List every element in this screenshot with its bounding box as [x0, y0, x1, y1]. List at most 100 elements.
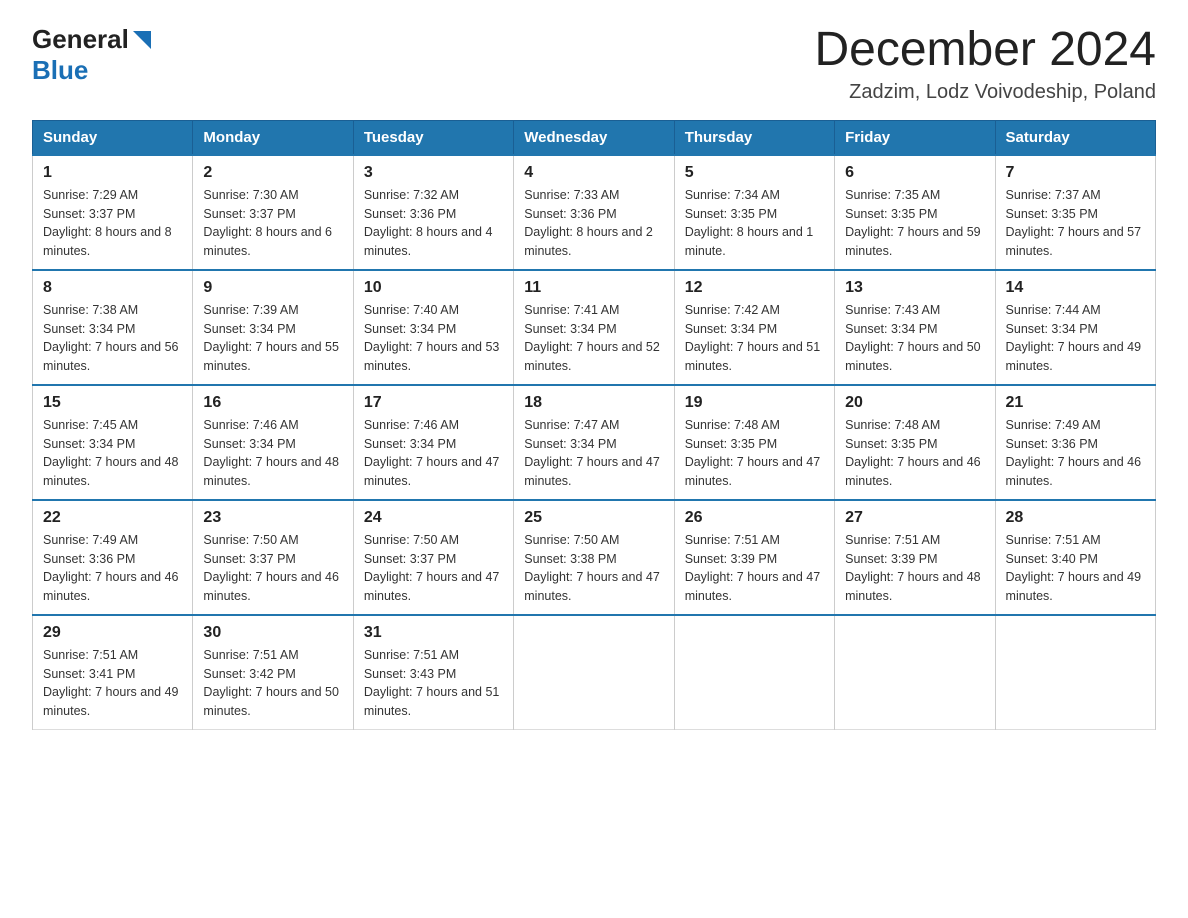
day-number: 31 [364, 624, 503, 642]
day-number: 1 [43, 164, 182, 182]
day-number: 16 [203, 394, 342, 412]
day-cell: 23 Sunrise: 7:50 AMSunset: 3:37 PMDayligh… [193, 500, 353, 615]
header-cell-tuesday: Tuesday [353, 120, 513, 155]
day-info: Sunrise: 7:37 AMSunset: 3:35 PMDaylight:… [1006, 186, 1145, 261]
day-number: 28 [1006, 509, 1145, 527]
day-cell: 3Sunrise: 7:32 AMSunset: 3:36 PMDaylight… [353, 155, 513, 270]
day-number: 29 [43, 624, 182, 642]
day-info: Sunrise: 7:49 AMSunset: 3:36 PMDaylight:… [43, 531, 182, 606]
day-cell: 27 Sunrise: 7:51 AMSunset: 3:39 PMDayligh… [835, 500, 995, 615]
day-cell: 29Sunrise: 7:51 AMSunset: 3:41 PMDayligh… [33, 615, 193, 730]
day-info: Sunrise: 7:48 AMSunset: 3:35 PMDaylight:… [845, 416, 984, 491]
day-cell: 17 Sunrise: 7:46 AMSunset: 3:34 PMDayligh… [353, 385, 513, 500]
header-cell-saturday: Saturday [995, 120, 1155, 155]
day-cell: 22 Sunrise: 7:49 AMSunset: 3:36 PMDayligh… [33, 500, 193, 615]
day-cell [995, 615, 1155, 730]
title-block: December 2024 Zadzim, Lodz Voivodeship, … [814, 24, 1156, 104]
location-subtitle: Zadzim, Lodz Voivodeship, Poland [814, 81, 1156, 104]
day-number: 14 [1006, 279, 1145, 297]
day-cell: 18 Sunrise: 7:47 AMSunset: 3:34 PMDayligh… [514, 385, 674, 500]
header-row: SundayMondayTuesdayWednesdayThursdayFrid… [33, 120, 1156, 155]
day-info: Sunrise: 7:41 AMSunset: 3:34 PMDaylight:… [524, 301, 663, 376]
day-cell: 19 Sunrise: 7:48 AMSunset: 3:35 PMDayligh… [674, 385, 834, 500]
day-info: Sunrise: 7:38 AMSunset: 3:34 PMDaylight:… [43, 301, 182, 376]
day-number: 30 [203, 624, 342, 642]
calendar-header: SundayMondayTuesdayWednesdayThursdayFrid… [33, 120, 1156, 155]
day-cell [514, 615, 674, 730]
day-number: 18 [524, 394, 663, 412]
logo-triangle-icon [131, 29, 153, 51]
day-cell: 10Sunrise: 7:40 AMSunset: 3:34 PMDayligh… [353, 270, 513, 385]
day-number: 26 [685, 509, 824, 527]
day-cell: 26 Sunrise: 7:51 AMSunset: 3:39 PMDayligh… [674, 500, 834, 615]
day-cell: 13 Sunrise: 7:43 AMSunset: 3:34 PMDayligh… [835, 270, 995, 385]
day-info: Sunrise: 7:51 AMSunset: 3:39 PMDaylight:… [845, 531, 984, 606]
day-info: Sunrise: 7:35 AMSunset: 3:35 PMDaylight:… [845, 186, 984, 261]
day-number: 19 [685, 394, 824, 412]
day-cell: 5Sunrise: 7:34 AMSunset: 3:35 PMDaylight… [674, 155, 834, 270]
header-cell-friday: Friday [835, 120, 995, 155]
day-cell: 11 Sunrise: 7:41 AMSunset: 3:34 PMDayligh… [514, 270, 674, 385]
day-cell: 31 Sunrise: 7:51 AMSunset: 3:43 PMDayligh… [353, 615, 513, 730]
calendar-table: SundayMondayTuesdayWednesdayThursdayFrid… [32, 120, 1156, 730]
header-cell-wednesday: Wednesday [514, 120, 674, 155]
day-info: Sunrise: 7:43 AMSunset: 3:34 PMDaylight:… [845, 301, 984, 376]
day-cell: 1 Sunrise: 7:29 AMSunset: 3:37 PMDaylight… [33, 155, 193, 270]
day-info: Sunrise: 7:50 AMSunset: 3:37 PMDaylight:… [364, 531, 503, 606]
header-cell-thursday: Thursday [674, 120, 834, 155]
day-number: 17 [364, 394, 503, 412]
day-number: 15 [43, 394, 182, 412]
day-info: Sunrise: 7:51 AMSunset: 3:40 PMDaylight:… [1006, 531, 1145, 606]
day-info: Sunrise: 7:46 AMSunset: 3:34 PMDaylight:… [203, 416, 342, 491]
day-number: 23 [203, 509, 342, 527]
day-info: Sunrise: 7:49 AMSunset: 3:36 PMDaylight:… [1006, 416, 1145, 491]
day-cell: 15Sunrise: 7:45 AMSunset: 3:34 PMDayligh… [33, 385, 193, 500]
day-info: Sunrise: 7:42 AMSunset: 3:34 PMDaylight:… [685, 301, 824, 376]
day-info: Sunrise: 7:50 AMSunset: 3:37 PMDaylight:… [203, 531, 342, 606]
day-number: 24 [364, 509, 503, 527]
week-row-2: 8Sunrise: 7:38 AMSunset: 3:34 PMDaylight… [33, 270, 1156, 385]
logo-text-general: General [32, 24, 129, 55]
day-number: 27 [845, 509, 984, 527]
day-info: Sunrise: 7:39 AMSunset: 3:34 PMDaylight:… [203, 301, 342, 376]
day-info: Sunrise: 7:33 AMSunset: 3:36 PMDaylight:… [524, 186, 663, 261]
day-cell: 20 Sunrise: 7:48 AMSunset: 3:35 PMDayligh… [835, 385, 995, 500]
day-info: Sunrise: 7:47 AMSunset: 3:34 PMDaylight:… [524, 416, 663, 491]
day-info: Sunrise: 7:44 AMSunset: 3:34 PMDaylight:… [1006, 301, 1145, 376]
day-cell: 28 Sunrise: 7:51 AMSunset: 3:40 PMDayligh… [995, 500, 1155, 615]
day-number: 11 [524, 279, 663, 297]
day-info: Sunrise: 7:34 AMSunset: 3:35 PMDaylight:… [685, 186, 824, 261]
header-cell-sunday: Sunday [33, 120, 193, 155]
day-info: Sunrise: 7:29 AMSunset: 3:37 PMDaylight:… [43, 186, 182, 261]
day-number: 12 [685, 279, 824, 297]
day-cell: 9 Sunrise: 7:39 AMSunset: 3:34 PMDaylight… [193, 270, 353, 385]
day-number: 22 [43, 509, 182, 527]
day-info: Sunrise: 7:46 AMSunset: 3:34 PMDaylight:… [364, 416, 503, 491]
day-number: 20 [845, 394, 984, 412]
day-number: 3 [364, 164, 503, 182]
week-row-5: 29Sunrise: 7:51 AMSunset: 3:41 PMDayligh… [33, 615, 1156, 730]
day-info: Sunrise: 7:51 AMSunset: 3:39 PMDaylight:… [685, 531, 824, 606]
day-number: 21 [1006, 394, 1145, 412]
logo-text-blue: Blue [32, 55, 88, 85]
day-info: Sunrise: 7:51 AMSunset: 3:43 PMDaylight:… [364, 646, 503, 721]
day-number: 7 [1006, 164, 1145, 182]
day-number: 9 [203, 279, 342, 297]
week-row-1: 1 Sunrise: 7:29 AMSunset: 3:37 PMDaylight… [33, 155, 1156, 270]
day-number: 6 [845, 164, 984, 182]
day-number: 13 [845, 279, 984, 297]
day-cell: 12 Sunrise: 7:42 AMSunset: 3:34 PMDayligh… [674, 270, 834, 385]
day-cell: 16 Sunrise: 7:46 AMSunset: 3:34 PMDayligh… [193, 385, 353, 500]
day-info: Sunrise: 7:40 AMSunset: 3:34 PMDaylight:… [364, 301, 503, 376]
day-info: Sunrise: 7:51 AMSunset: 3:42 PMDaylight:… [203, 646, 342, 721]
header-cell-monday: Monday [193, 120, 353, 155]
day-cell: 14 Sunrise: 7:44 AMSunset: 3:34 PMDayligh… [995, 270, 1155, 385]
day-cell: 4Sunrise: 7:33 AMSunset: 3:36 PMDaylight… [514, 155, 674, 270]
day-cell [674, 615, 834, 730]
day-cell: 2Sunrise: 7:30 AMSunset: 3:37 PMDaylight… [193, 155, 353, 270]
month-title: December 2024 [814, 24, 1156, 77]
logo: General Blue [32, 24, 153, 86]
day-cell: 6 Sunrise: 7:35 AMSunset: 3:35 PMDaylight… [835, 155, 995, 270]
day-info: Sunrise: 7:50 AMSunset: 3:38 PMDaylight:… [524, 531, 663, 606]
day-info: Sunrise: 7:48 AMSunset: 3:35 PMDaylight:… [685, 416, 824, 491]
